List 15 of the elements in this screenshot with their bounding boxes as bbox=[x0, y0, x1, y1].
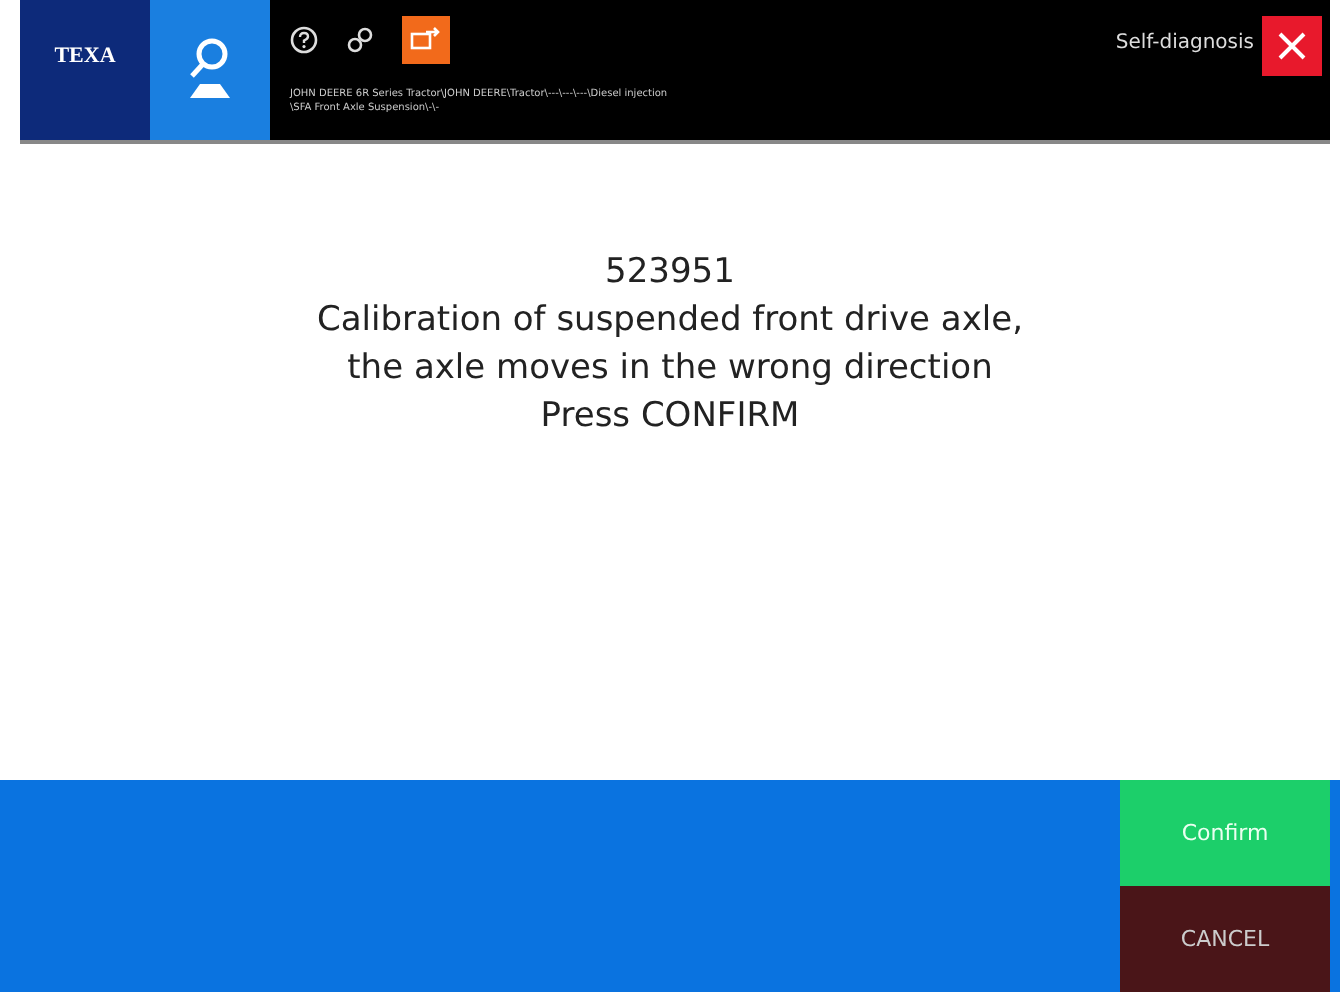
search-tile[interactable] bbox=[150, 0, 270, 140]
message-text: Press CONFIRM bbox=[540, 394, 800, 440]
close-icon bbox=[1276, 30, 1308, 62]
search-icon bbox=[184, 36, 236, 104]
message-text: the axle moves in the wrong direction bbox=[347, 346, 993, 392]
message-text: Calibration of suspended front drive axle, bbox=[317, 298, 1023, 344]
close-button[interactable] bbox=[1262, 16, 1322, 76]
export-button[interactable] bbox=[402, 16, 450, 64]
logo-text: TEXA bbox=[54, 44, 116, 68]
message-text: 523951 bbox=[605, 250, 735, 296]
screen-title: Self-diagnosis bbox=[1115, 32, 1254, 58]
cancel-button[interactable]: CANCEL bbox=[1120, 886, 1330, 992]
link-icon[interactable] bbox=[346, 26, 374, 54]
export-icon bbox=[410, 26, 442, 54]
help-icon[interactable] bbox=[290, 26, 318, 54]
